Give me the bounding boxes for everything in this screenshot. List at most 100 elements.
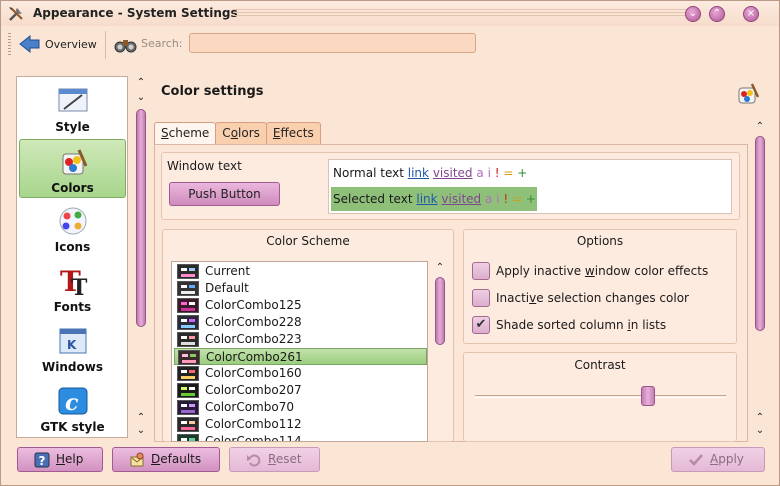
tab-label: cheme (168, 126, 210, 140)
scroll-down-icon[interactable]: ⌄ (754, 426, 766, 436)
sidebar-item-label: GTK style (40, 420, 105, 434)
main-scroll-thumb[interactable] (755, 136, 765, 331)
scheme-swatch (178, 350, 200, 365)
fonts-icon: T T (60, 265, 88, 297)
negative-text: ! (503, 192, 509, 206)
contrast-slider-track[interactable] (475, 395, 726, 398)
chevron-up-icon: ⌃ (712, 8, 722, 19)
tab-scheme[interactable]: Scheme (154, 122, 217, 145)
sidebar-item-icons[interactable]: Icons (19, 199, 126, 258)
colors-icon (738, 83, 760, 104)
overview-button[interactable]: Overview (19, 33, 97, 55)
binoculars-icon (114, 40, 137, 53)
scroll-down-icon[interactable]: ⌄ (135, 426, 147, 436)
scroll-down-icon[interactable]: ⌄ (135, 93, 147, 103)
list-item[interactable]: Default (174, 280, 427, 297)
close-button[interactable]: × (743, 6, 759, 22)
sidebar-item-label: Style (55, 120, 90, 134)
scheme-name: ColorCombo207 (205, 383, 302, 397)
defaults-button[interactable]: Defaults (112, 447, 220, 472)
close-icon: × (746, 8, 756, 19)
colors-icon (62, 149, 88, 175)
contrast-slider-handle[interactable] (641, 386, 656, 406)
list-item[interactable]: ColorCombo125 (174, 297, 427, 314)
scroll-up-icon[interactable]: ⌃ (434, 263, 446, 273)
scroll-up-icon[interactable]: ⌃ (754, 413, 766, 423)
checkbox-unchecked-icon[interactable] (472, 262, 490, 280)
help-icon: ? (34, 452, 50, 468)
scroll-up-icon[interactable]: ⌃ (135, 413, 147, 423)
sidebar-item-gtk-style[interactable]: c GTK style (19, 379, 126, 437)
sidebar-item-style[interactable]: Style (19, 79, 126, 138)
options-title: Options (576, 234, 624, 248)
tab-colors[interactable]: Colors (215, 122, 267, 144)
scroll-up-icon[interactable]: ⌃ (754, 122, 766, 132)
list-item[interactable]: ColorCombo228 (174, 314, 427, 331)
sidebar-item-colors[interactable]: Colors (19, 139, 126, 198)
scheme-scroll-thumb[interactable] (435, 277, 445, 345)
scheme-name: ColorCombo70 (205, 400, 294, 414)
svg-text:T: T (71, 275, 88, 297)
label-part: Apply inactive (496, 264, 585, 278)
inactive-selection-checkbox[interactable]: Inactive selection changes color (472, 288, 689, 308)
tab-mnemonic: o (230, 126, 239, 140)
apply-button[interactable]: Apply (671, 447, 765, 472)
active-text: a (484, 192, 493, 206)
maximize-button[interactable]: ⌃ (709, 6, 725, 22)
tab-label: ffects (280, 126, 314, 140)
scheme-swatch (177, 298, 199, 313)
tools-icon (9, 7, 23, 21)
tab-label: C (222, 126, 231, 140)
sidebar-item-label: Colors (51, 181, 94, 195)
checkbox-unchecked-icon[interactable] (472, 289, 490, 307)
toolbar-grip[interactable] (8, 33, 11, 57)
main-scrollbar[interactable]: ⌃ ⌃ ⌄ (752, 119, 768, 438)
sidebar-scroll-thumb[interactable] (136, 109, 146, 327)
undo-icon (247, 454, 261, 466)
apply-inactive-checkbox[interactable]: Apply inactive window color effects (472, 261, 708, 281)
scheme-swatch (177, 434, 199, 441)
neutral-text: = (503, 166, 514, 180)
scheme-name: Current (205, 264, 251, 278)
checkbox-label: Inactive selection changes color (496, 291, 689, 305)
title-grip (233, 9, 689, 17)
tab-effects[interactable]: Effects (265, 122, 321, 144)
category-sidebar: Style Colors Icons T T Fonts K Windows c… (16, 76, 128, 438)
shade-sorted-checkbox[interactable]: ✔ Shade sorted column in lists (472, 315, 666, 335)
scheme-list-scrollbar[interactable]: ⌃ (432, 261, 448, 442)
checkbox-label: Shade sorted column in lists (496, 318, 666, 332)
list-item[interactable]: ColorCombo112 (174, 416, 427, 433)
sidebar-item-label: Icons (54, 240, 91, 254)
apply-label: Apply (710, 452, 744, 466)
list-item[interactable]: Current (174, 263, 427, 280)
link-text: link (416, 192, 438, 206)
label-part: indow color effects (594, 264, 709, 278)
help-button[interactable]: ? Help (17, 447, 103, 472)
list-item[interactable]: ColorCombo207 (174, 382, 427, 399)
list-item-selected[interactable]: ColorCombo261 (174, 348, 427, 365)
minimize-button[interactable]: ⌄ (685, 6, 701, 22)
push-button-preview[interactable]: Push Button (169, 182, 280, 206)
visited-text: visited (432, 166, 473, 180)
list-item[interactable]: ColorCombo114 (174, 433, 427, 441)
sidebar-scrollbar[interactable]: ⌃ ⌄ ⌃ ⌄ (133, 76, 149, 438)
defaults-icon (130, 452, 144, 466)
sidebar-item-windows[interactable]: K Windows (19, 319, 126, 378)
inactive-text: i (487, 166, 491, 180)
list-item[interactable]: ColorCombo70 (174, 399, 427, 416)
color-scheme-list[interactable]: Current Default ColorCombo125 ColorCombo… (171, 261, 428, 442)
title-bar[interactable]: Appearance - System Settings ⌄ ⌃ × (1, 1, 779, 26)
window-title: Appearance - System Settings (33, 6, 238, 20)
list-item[interactable]: ColorCombo160 (174, 365, 427, 382)
reset-button[interactable]: Reset (229, 447, 320, 472)
inactive-text: i (496, 192, 500, 206)
scroll-up-icon[interactable]: ⌃ (135, 78, 147, 88)
sidebar-item-fonts[interactable]: T T Fonts (19, 259, 126, 318)
search-input[interactable] (189, 33, 476, 53)
scheme-swatch (177, 366, 199, 381)
list-item[interactable]: ColorCombo223 (174, 331, 427, 348)
text-preview: Normal text link visited a i ! = + Selec… (328, 159, 732, 214)
window-text-label: Window text (167, 159, 242, 173)
label-mnemonic: w (584, 264, 595, 278)
checkmark-icon[interactable]: ✔ (472, 316, 490, 334)
